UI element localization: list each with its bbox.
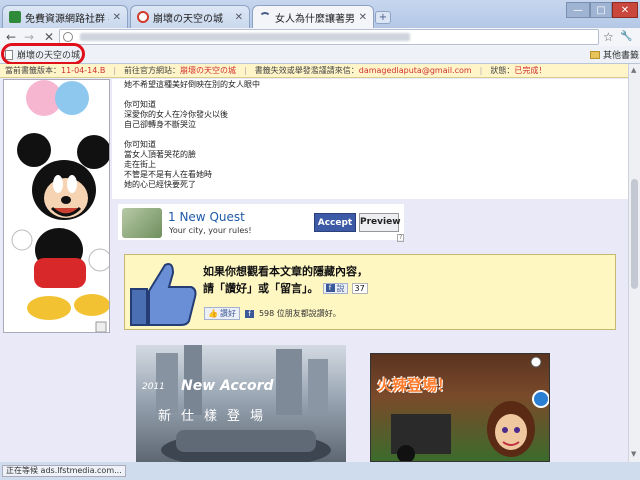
poem-line: 她不希望這種美好倒映在別的女人眼中: [124, 80, 260, 89]
address-bar[interactable]: [59, 29, 599, 45]
loading-spinner-icon: [259, 11, 271, 24]
tab-title: 女人為什麼讓著男人搶著…: [275, 14, 355, 25]
close-tab-icon[interactable]: ✕: [359, 12, 367, 23]
tab-favicon-icon: [137, 11, 149, 23]
thumbs-up-icon: 👍: [208, 309, 218, 318]
wrench-menu-icon[interactable]: 🔧: [620, 29, 632, 45]
other-bookmarks[interactable]: 其他書籤: [590, 48, 639, 61]
close-tab-icon[interactable]: ✕: [235, 12, 243, 23]
report-email-link[interactable]: damagedlaputa@gmail.com: [359, 66, 472, 75]
version-value: 11-04-14.B: [61, 66, 106, 75]
banner-model: New Accord: [181, 378, 274, 394]
city-game-icon: [122, 208, 162, 238]
adchoice-icon[interactable]: ?: [397, 234, 405, 242]
tab-title: 免費資源網路社群 — 免…: [25, 13, 109, 25]
status-value: 已完成！: [514, 66, 547, 75]
facebook-logo-icon: f: [325, 284, 335, 292]
poem-line: 你可知道: [124, 100, 156, 109]
status-text: 正在等候 ads.lfstmedia.com...: [2, 465, 126, 477]
facebook-logo-icon: f: [244, 309, 254, 318]
poem-line: 你可知道: [124, 140, 156, 149]
divider: |: [479, 66, 483, 75]
facebook-gate-box: 如果你想觀看本文章的隱藏內容， 請「讚好」或「留言」。 f說 37 👍 讚好 f …: [124, 254, 616, 330]
ad-preview-button[interactable]: Preview: [359, 213, 401, 232]
poem-line: 走在街上: [124, 160, 156, 169]
page-icon: [63, 32, 73, 42]
maximize-button[interactable]: □: [590, 2, 612, 18]
poem-line: 不管是不是有人在看她時: [124, 170, 212, 179]
highlight-circle: [1, 43, 85, 65]
facebook-like-row: 👍 讚好 f 598 位朋友都說讚好。: [204, 307, 341, 320]
honda-accord-banner[interactable]: 2011 New Accord 新仕樣登場: [136, 345, 346, 462]
like-button-label: 讚好: [219, 309, 236, 318]
city-skyline-image: [156, 345, 331, 462]
official-label: 前往官方網站：: [124, 66, 181, 75]
new-tab-button[interactable]: +: [375, 11, 391, 24]
report-label: 書籤失效或舉發濫謹請來信：: [254, 66, 359, 75]
folder-icon: [590, 50, 600, 59]
facebook-prompt-text: 請「讚好」或「留言」。: [203, 282, 319, 295]
poem-line: 深愛你的女人在冷你發火以後: [124, 110, 228, 119]
scrollbar-thumb[interactable]: [631, 179, 638, 289]
facebook-comment-button[interactable]: f說: [322, 282, 348, 294]
banner-title: 火辣登場！: [377, 376, 453, 394]
mickey-mouse-illustration: [4, 80, 109, 332]
poem-line: 當女人頂著哭花的臉: [124, 150, 196, 159]
poem-line: [124, 130, 260, 140]
article-poem: 她不希望這種美好倒映在別的女人眼中 你可知道 深愛你的女人在冷你發火以後 自己卻…: [124, 80, 260, 190]
minimize-button[interactable]: —: [566, 2, 590, 18]
like-count-text: 598 位朋友都說讚好。: [258, 309, 341, 318]
close-window-button[interactable]: ✕: [612, 2, 638, 18]
status-label: 狀態：: [490, 66, 515, 75]
scroll-down-icon[interactable]: ▼: [631, 450, 636, 458]
poem-line: 自己卻轉身不斷哭泣: [124, 120, 196, 129]
other-bookmarks-label: 其他書籤: [603, 51, 640, 61]
bookmarklet-infobar: 當前書籤版本： 11-04-14.B | 前往官方網站： 崩壞の天空の城 | 書…: [0, 64, 628, 78]
bookmarks-bar: [0, 46, 640, 64]
tab-article[interactable]: 女人為什麼讓著男人搶著… ✕: [252, 5, 374, 29]
facebook-prompt-line2: 請「讚好」或「留言」。 f說 37: [203, 280, 368, 296]
tab-laputa[interactable]: 崩壞の天空の城 ✕: [130, 5, 250, 28]
close-tab-icon[interactable]: ✕: [113, 12, 121, 23]
tab-free-resources[interactable]: 免費資源網路社群 — 免… ✕: [2, 5, 128, 28]
cartoon-girl-image: [391, 356, 549, 461]
facebook-prompt-line1: 如果你想觀看本文章的隱藏內容，: [203, 265, 368, 278]
vertical-scrollbar[interactable]: ▲ ▼: [628, 64, 640, 462]
banner-year: 2011: [142, 382, 165, 392]
bookmark-star-icon[interactable]: ☆: [603, 29, 614, 45]
farm-game-banner[interactable]: 火辣登場！: [370, 353, 550, 462]
tab-title: 崩壞の天空の城: [153, 13, 223, 25]
ad-accept-button[interactable]: Accept: [314, 213, 356, 232]
version-label: 當前書籤版本：: [5, 66, 61, 75]
banner-slogan: 新仕樣登場: [158, 409, 274, 424]
scroll-up-icon[interactable]: ▲: [631, 66, 636, 74]
tab-strip: 免費資源網路社群 — 免… ✕ 崩壞の天空の城 ✕ 女人為什麼讓著男人搶著… ✕…: [0, 0, 640, 29]
sidebar-mickey-image: [3, 79, 110, 333]
official-link[interactable]: 崩壞の天空の城: [180, 65, 236, 76]
poem-line: 她的心已經快要死了: [124, 180, 196, 189]
thumbs-up-icon: [130, 263, 197, 326]
blurred-url: [80, 33, 410, 41]
poem-line: [124, 90, 260, 100]
ad-title: 1 New Quest: [168, 210, 245, 224]
facebook-like-button[interactable]: 👍 讚好: [204, 307, 240, 320]
divider: |: [244, 66, 247, 75]
ad-subtitle: Your city, your rules!: [169, 226, 252, 235]
tab-favicon-icon: [9, 11, 21, 23]
game-ad[interactable]: 1 New Quest Your city, your rules! Accep…: [118, 204, 405, 242]
divider: |: [113, 66, 117, 75]
comment-button-label: 說: [336, 283, 345, 293]
comment-count: 37: [351, 282, 368, 294]
